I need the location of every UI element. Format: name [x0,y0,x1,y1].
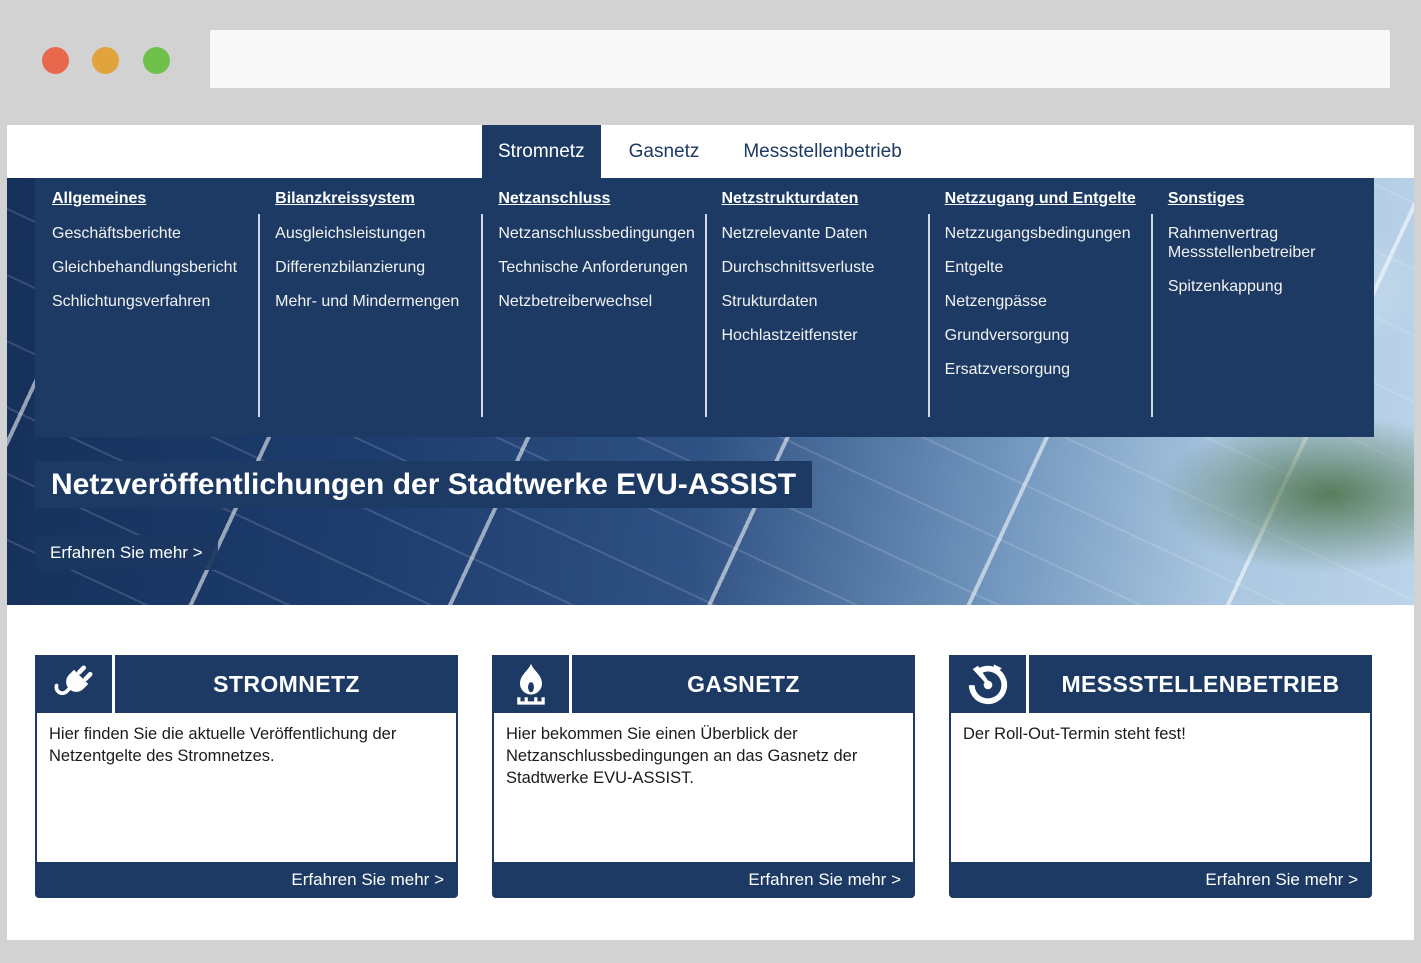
menu-column: Sonstiges Rahmenvertrag Messstellenbetrei… [1151,178,1374,437]
menu-item[interactable]: Netzanschlussbedingungen [498,224,696,243]
menu-item[interactable]: Grundversorgung [945,326,1143,345]
card-header: STROMNETZ [35,655,458,713]
mega-menu: Allgemeines Geschäftsberichte Gleichbehand… [35,178,1374,437]
menu-item[interactable]: Ersatzversorgung [945,360,1143,379]
gauge-icon [949,655,1026,713]
close-button[interactable] [42,47,69,74]
card-title: GASNETZ [572,655,915,713]
menu-column-header[interactable]: Allgemeines [52,190,250,208]
menu-item[interactable]: Gleichbehandlungsbericht [52,258,250,277]
tab-messstellenbetrieb[interactable]: Messstellenbetrieb [727,125,917,178]
menu-column-header[interactable]: Sonstiges [1168,190,1366,208]
menu-column-header[interactable]: Netzzugang und Entgelte [945,190,1143,208]
card-body-text: Der Roll-Out-Termin steht fest! [949,713,1372,862]
card-learn-more-link[interactable]: Erfahren Sie mehr > [35,862,458,898]
menu-column-header[interactable]: Netzstrukturdaten [722,190,920,208]
tab-gasnetz[interactable]: Gasnetz [613,125,716,178]
menu-column: Allgemeines Geschäftsberichte Gleichbehand… [35,178,258,437]
menu-item[interactable]: Strukturdaten [722,292,920,311]
menu-item[interactable]: Spitzenkappung [1168,277,1366,296]
menu-item[interactable]: Differenzbilanzierung [275,258,473,277]
menu-item[interactable]: Rahmenvertrag Messstellenbetreiber [1168,224,1366,262]
cards-row: STROMNETZHier finden Sie die aktuelle Ve… [35,655,1372,898]
menu-column: Netzzugang und Entgelte Netzzugangsbeding… [928,178,1151,437]
menu-item[interactable]: Hochlastzeitfenster [722,326,920,345]
browser-chrome [0,0,1421,125]
card-messstellenbetrieb: MESSSTELLENBETRIEBDer Roll-Out-Termin st… [949,655,1372,898]
zoom-button[interactable] [143,47,170,74]
menu-item[interactable]: Netzengpässe [945,292,1143,311]
tab-stromnetz[interactable]: Stromnetz [482,125,601,178]
menu-item[interactable]: Entgelte [945,258,1143,277]
card-header: MESSSTELLENBETRIEB [949,655,1372,713]
menu-item[interactable]: Geschäftsberichte [52,224,250,243]
card-learn-more-link[interactable]: Erfahren Sie mehr > [492,862,915,898]
menu-item[interactable]: Netzbetreiberwechsel [498,292,696,311]
menu-column: Bilanzkreissystem Ausgleichsleistungen Dif… [258,178,481,437]
card-stromnetz: STROMNETZHier finden Sie die aktuelle Ve… [35,655,458,898]
menu-item[interactable]: Mehr- und Mindermengen [275,292,473,311]
card-header: GASNETZ [492,655,915,713]
plug-icon [35,655,112,713]
card-body-text: Hier finden Sie die aktuelle Veröffentli… [35,713,458,862]
menu-item[interactable]: Technische Anforderungen [498,258,696,277]
card-title: MESSSTELLENBETRIEB [1029,655,1372,713]
card-title: STROMNETZ [115,655,458,713]
card-gasnetz: GASNETZHier bekommen Sie einen Überblick… [492,655,915,898]
card-learn-more-link[interactable]: Erfahren Sie mehr > [949,862,1372,898]
menu-item[interactable]: Schlichtungsverfahren [52,292,250,311]
menu-column-header[interactable]: Netzanschluss [498,190,696,208]
nav-tabs: StromnetzGasnetzMessstellenbetrieb [482,125,930,178]
minimize-button[interactable] [92,47,119,74]
main-navigation: StromnetzGasnetzMessstellenbetrieb [7,125,1414,178]
card-body-text: Hier bekommen Sie einen Überblick der Ne… [492,713,915,862]
flame-icon [492,655,569,713]
menu-item[interactable]: Netzzugangsbedingungen [945,224,1143,243]
menu-item[interactable]: Ausgleichsleistungen [275,224,473,243]
page-window: Netzveröffentlichungen der Stadtwerke EV… [7,125,1414,940]
page-title: Netzveröffentlichungen der Stadtwerke EV… [35,461,812,508]
menu-item[interactable]: Durchschnittsverluste [722,258,920,277]
menu-column-header[interactable]: Bilanzkreissystem [275,190,473,208]
menu-item[interactable]: Netzrelevante Daten [722,224,920,243]
menu-column: Netzanschluss Netzanschlussbedingungen Tec… [481,178,704,437]
hero-learn-more-button[interactable]: Erfahren Sie mehr > [35,535,218,570]
menu-column: Netzstrukturdaten Netzrelevante Daten Durc… [705,178,928,437]
address-bar[interactable] [210,30,1390,88]
